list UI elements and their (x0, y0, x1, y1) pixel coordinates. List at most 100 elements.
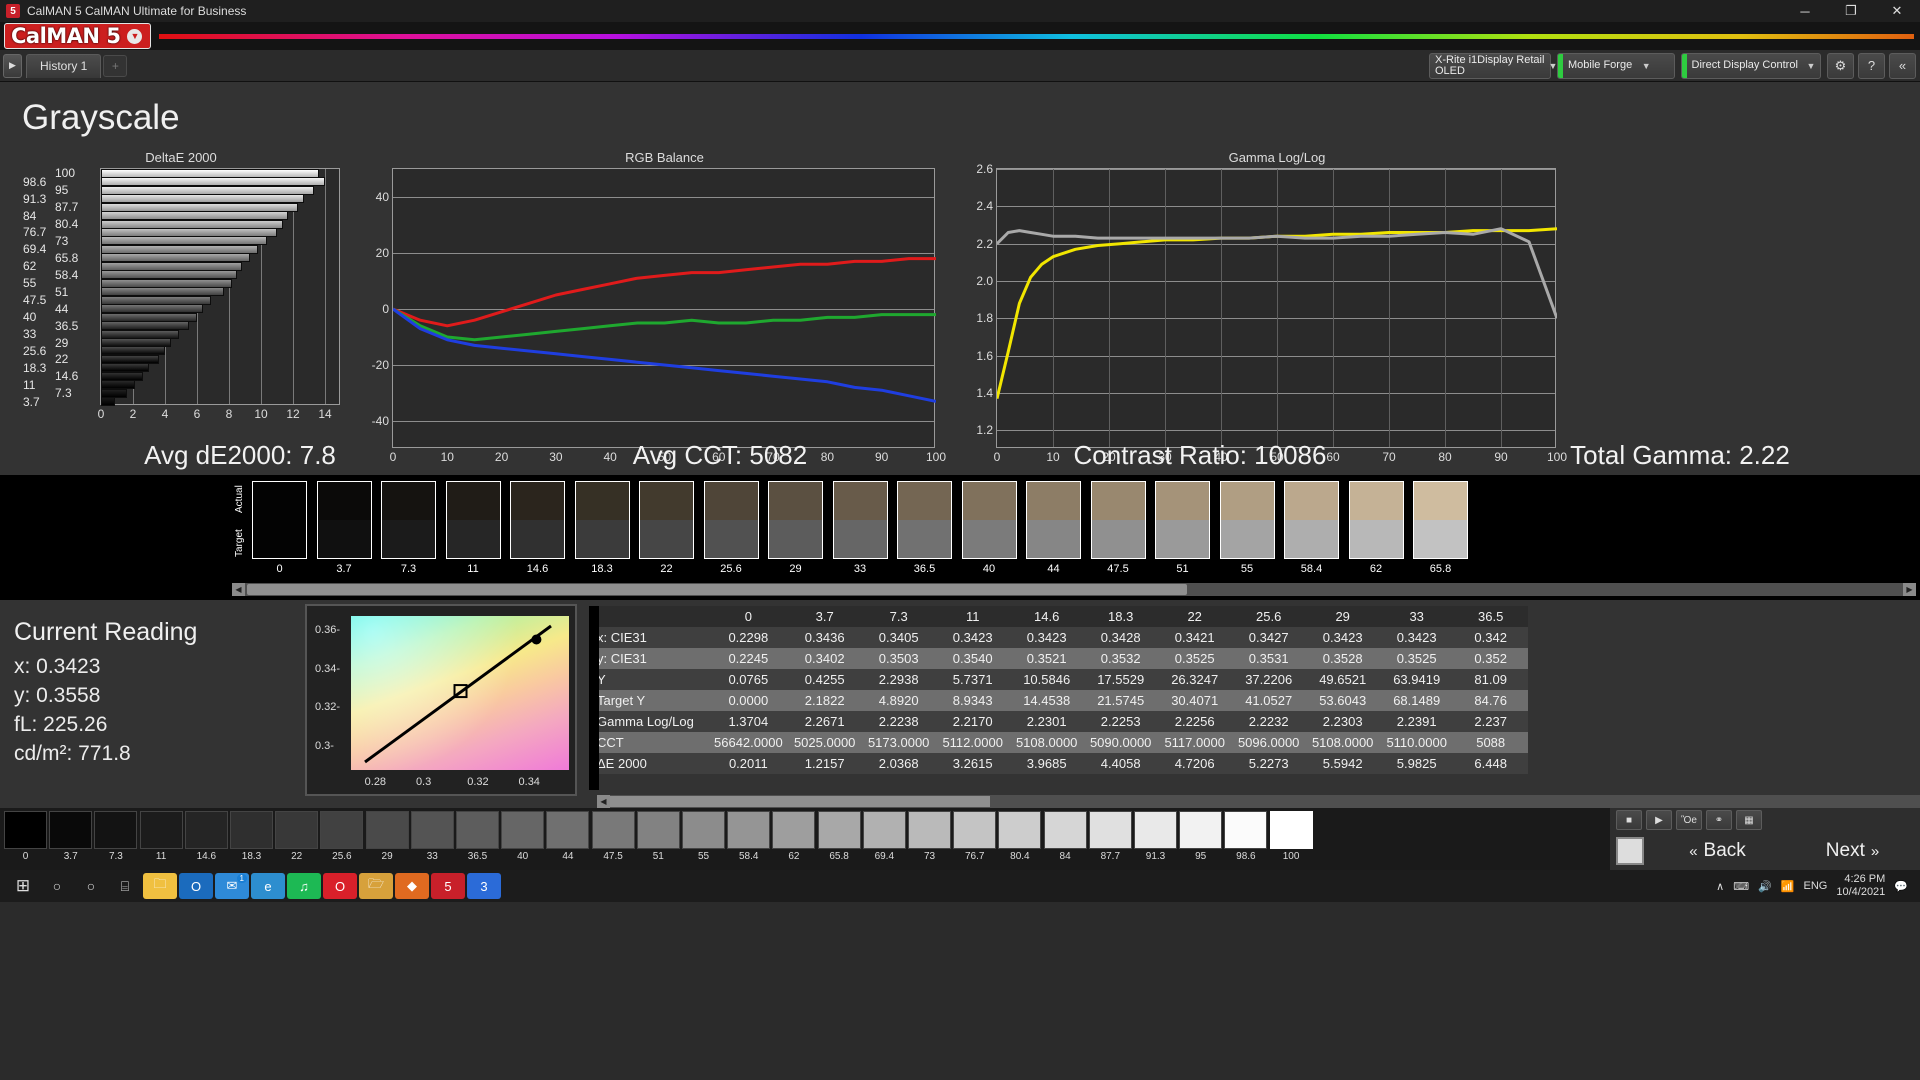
notification-icon[interactable]: 💬 (1894, 880, 1908, 893)
tray-keyboard-icon[interactable]: ⌨ (1733, 880, 1749, 893)
grid-icon[interactable]: ▦ (1736, 810, 1762, 830)
patch-swatch[interactable] (833, 481, 888, 559)
scroll-left-icon[interactable]: ◀ (597, 795, 610, 808)
taskbar-app-calman[interactable]: 5 (431, 873, 465, 899)
ramp-chip[interactable] (863, 811, 906, 849)
ramp-chip[interactable] (818, 811, 861, 849)
play-icon[interactable]: ▶ (1646, 810, 1672, 830)
patch-swatch[interactable] (639, 481, 694, 559)
patch-swatch[interactable] (252, 481, 307, 559)
patch-swatch[interactable] (1284, 481, 1339, 559)
ramp-chip[interactable] (49, 811, 92, 849)
ramp-chip[interactable] (998, 811, 1041, 849)
ramp-chip[interactable] (1270, 811, 1313, 849)
patch-strip-scrollbar[interactable]: ◀ ▶ (232, 583, 1916, 596)
pattern-window-button[interactable] (1616, 837, 1644, 865)
patch-swatch[interactable] (897, 481, 952, 559)
ramp-chip[interactable] (637, 811, 680, 849)
ramp-chip[interactable] (908, 811, 951, 849)
ramp-chip[interactable] (1044, 811, 1087, 849)
next-button[interactable]: Next » (1785, 834, 1920, 868)
scroll-right-icon[interactable]: ▶ (1903, 583, 1916, 596)
ramp-chip[interactable] (94, 811, 137, 849)
patch-swatch[interactable] (1349, 481, 1404, 559)
ramp-chip[interactable] (320, 811, 363, 849)
taskbar-app-opera[interactable]: O (323, 873, 357, 899)
stop-icon[interactable]: ■ (1616, 810, 1642, 830)
display-control-selector[interactable]: Direct Display Control ▼ (1681, 53, 1821, 79)
table-scrollbar[interactable]: ◀ (597, 795, 1920, 808)
calman-logo[interactable]: CalMAN 5 ▼ (4, 23, 151, 49)
patch-swatch[interactable] (768, 481, 823, 559)
patch-swatch[interactable] (1026, 481, 1081, 559)
patch-swatch[interactable] (575, 481, 630, 559)
taskbar-app-folder[interactable]: 🗁 (359, 873, 393, 899)
start-button[interactable]: ⊞ (6, 871, 40, 901)
save-icon[interactable]: Ὃe (1676, 810, 1702, 830)
chevron-down-icon[interactable]: ▼ (1802, 54, 1820, 78)
source-selector[interactable]: Mobile Forge ▼ (1557, 53, 1675, 79)
tab-history-1[interactable]: History 1 (26, 54, 101, 78)
ramp-chip[interactable] (230, 811, 273, 849)
ramp-chip[interactable] (185, 811, 228, 849)
cortana-icon[interactable]: ○ (74, 871, 108, 901)
patch-swatch[interactable] (317, 481, 372, 559)
patch-swatch[interactable] (1091, 481, 1146, 559)
ramp-chip[interactable] (140, 811, 183, 849)
table-scroll-thumb[interactable] (610, 796, 990, 807)
ramp-chip[interactable] (1224, 811, 1267, 849)
expand-button[interactable]: « (1889, 53, 1916, 79)
task-view-icon[interactable]: ⌸ (108, 871, 142, 901)
taskbar-app-app-orange[interactable]: ◆ (395, 873, 429, 899)
patch-swatch[interactable] (1220, 481, 1275, 559)
chevron-down-icon[interactable]: ▼ (127, 29, 142, 44)
minimize-button[interactable]: ─ (1782, 0, 1828, 22)
ramp-chip[interactable] (501, 811, 544, 849)
cie-chromaticity-chart[interactable]: 0.3-0.32-0.34-0.36-0.280.30.320.34 (305, 604, 577, 796)
ramp-chip[interactable] (275, 811, 318, 849)
patch-swatch[interactable] (962, 481, 1017, 559)
ramp-chip[interactable] (366, 811, 409, 849)
taskbar-app-teams[interactable]: 3 (467, 873, 501, 899)
ramp-chip[interactable] (1134, 811, 1177, 849)
ramp-chip[interactable] (546, 811, 589, 849)
run-button[interactable]: ▶ (3, 54, 22, 78)
ramp-chip[interactable] (4, 811, 47, 849)
back-button[interactable]: « Back (1650, 834, 1785, 868)
tray-network-icon[interactable]: 📶 (1781, 880, 1795, 893)
link-icon[interactable]: ⚭ (1706, 810, 1732, 830)
ramp-chip[interactable] (1179, 811, 1222, 849)
patch-swatch[interactable] (510, 481, 565, 559)
settings-button[interactable]: ⚙ (1827, 53, 1854, 79)
patch-swatch[interactable] (446, 481, 501, 559)
close-button[interactable]: ✕ (1874, 0, 1920, 22)
ramp-chip[interactable] (682, 811, 725, 849)
help-button[interactable]: ? (1858, 53, 1885, 79)
meter-selector[interactable]: X-Rite i1Display Retail OLED ▼ (1429, 53, 1551, 79)
ramp-chip[interactable] (727, 811, 770, 849)
ramp-chip[interactable] (953, 811, 996, 849)
patch-scroll-thumb[interactable] (247, 584, 1187, 595)
tray-language[interactable]: ENG (1804, 880, 1828, 892)
chevron-down-icon[interactable]: ▼ (1636, 54, 1656, 78)
taskbar-app-mail[interactable]: ✉1 (215, 873, 249, 899)
taskbar-app-outlook[interactable]: O (179, 873, 213, 899)
maximize-button[interactable]: ❐ (1828, 0, 1874, 22)
scroll-left-icon[interactable]: ◀ (232, 583, 245, 596)
tray-chevron-icon[interactable]: ∧ (1716, 880, 1724, 893)
ramp-chip[interactable] (411, 811, 454, 849)
ramp-chip[interactable] (592, 811, 635, 849)
ramp-chip[interactable] (1089, 811, 1132, 849)
clock[interactable]: 4:26 PM 10/4/2021 (1836, 873, 1885, 899)
patch-swatch[interactable] (1155, 481, 1210, 559)
ramp-chip[interactable] (772, 811, 815, 849)
taskbar-app-edge[interactable]: e (251, 873, 285, 899)
taskbar-app-spotify[interactable]: ♫ (287, 873, 321, 899)
patch-swatch[interactable] (381, 481, 436, 559)
taskbar-app-file-explorer[interactable]: 🗀 (143, 873, 177, 899)
add-tab-button[interactable]: + (103, 55, 127, 77)
patch-swatch[interactable] (704, 481, 759, 559)
tray-volume-icon[interactable]: 🔊 (1758, 880, 1772, 893)
patch-swatch[interactable] (1413, 481, 1468, 559)
search-icon[interactable]: ○ (40, 871, 74, 901)
